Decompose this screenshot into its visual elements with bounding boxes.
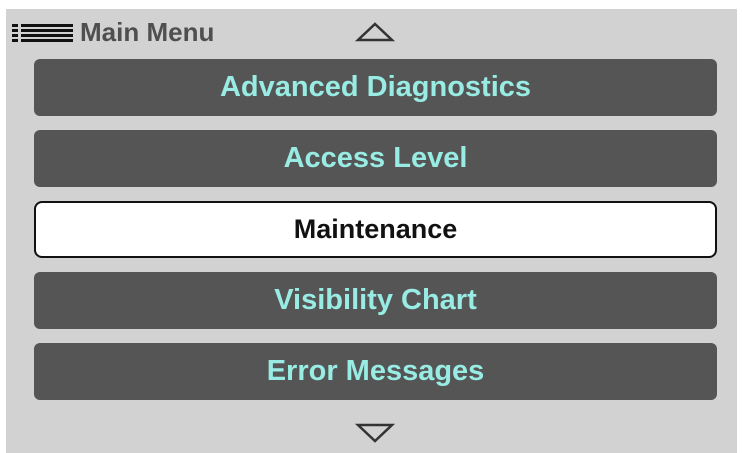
triangle-down-outline-icon xyxy=(354,423,396,443)
menu-list: Advanced Diagnostics Access Level Mainte… xyxy=(34,59,717,414)
menu-item-error-messages[interactable]: Error Messages xyxy=(34,343,717,400)
menu-list-icon xyxy=(12,23,75,42)
menu-item-label: Access Level xyxy=(283,142,468,174)
scroll-up-button[interactable] xyxy=(354,22,396,42)
menu-item-advanced-diagnostics[interactable]: Advanced Diagnostics xyxy=(34,59,717,116)
menu-item-label: Advanced Diagnostics xyxy=(219,71,532,103)
menu-header: Main Menu xyxy=(12,17,214,47)
menu-item-label: Maintenance xyxy=(293,214,458,244)
scroll-down-button[interactable] xyxy=(354,423,396,443)
menu-item-label: Error Messages xyxy=(266,355,485,387)
triangle-up-outline-icon xyxy=(354,22,396,42)
page-title: Main Menu xyxy=(80,17,215,47)
menu-item-access-level[interactable]: Access Level xyxy=(34,130,717,187)
menu-item-maintenance[interactable]: Maintenance xyxy=(34,201,717,258)
menu-item-label: Visibility Chart xyxy=(274,284,477,316)
menu-item-visibility-chart[interactable]: Visibility Chart xyxy=(34,272,717,329)
